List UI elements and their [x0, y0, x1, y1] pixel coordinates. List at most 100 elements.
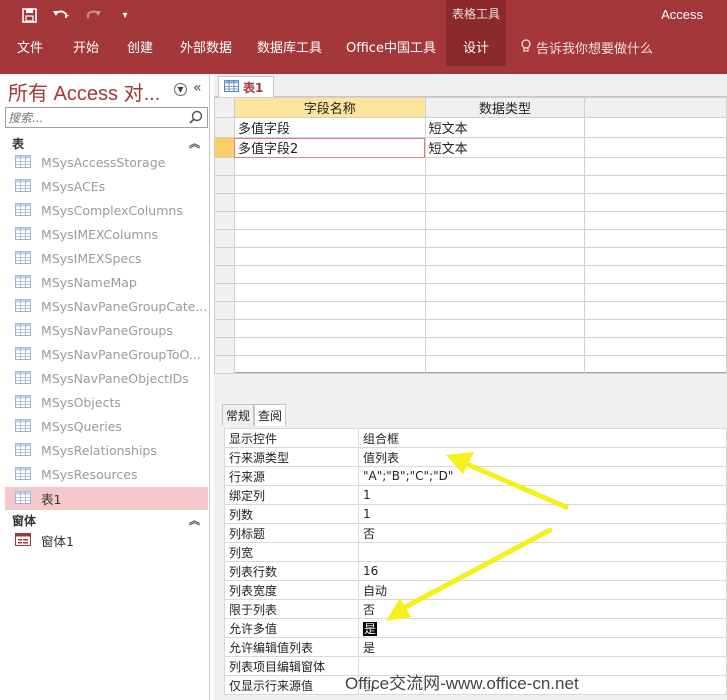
nav-item-table[interactable]: 表1 [5, 487, 208, 510]
nav-menu-dropdown-icon[interactable]: ▼ [174, 83, 187, 96]
field-name-cell[interactable] [233, 193, 426, 212]
description-cell[interactable] [584, 137, 727, 158]
nav-group-forms[interactable]: 窗体 ︽ [12, 512, 206, 530]
description-cell[interactable] [584, 193, 727, 212]
property-value[interactable]: 16 [358, 561, 727, 581]
description-cell[interactable] [584, 265, 727, 284]
row-selector[interactable] [214, 193, 235, 212]
nav-item-table[interactable]: MSysNavPaneGroups [5, 319, 208, 342]
description-cell[interactable] [584, 301, 727, 320]
row-selector[interactable] [214, 157, 235, 176]
row-selector[interactable] [214, 137, 235, 158]
nav-item-table[interactable]: MSysIMEXSpecs [5, 247, 208, 270]
row-selector[interactable] [214, 319, 235, 338]
nav-item-table[interactable]: MSysNavPaneObjectIDs [5, 367, 208, 390]
table-row[interactable] [214, 283, 727, 302]
tab-lookup[interactable]: 查阅 [254, 404, 287, 426]
field-name-cell[interactable] [233, 265, 426, 284]
field-name-cell[interactable] [233, 337, 426, 356]
table-row[interactable] [214, 211, 727, 230]
property-value[interactable]: 是 [358, 618, 727, 638]
tab-external-data[interactable]: 外部数据 [180, 34, 232, 66]
row-selector[interactable] [214, 283, 235, 302]
description-cell[interactable] [584, 157, 727, 176]
data-type-cell[interactable] [424, 301, 586, 320]
nav-item-table[interactable]: MSysComplexColumns [5, 199, 208, 222]
field-name-cell[interactable] [233, 319, 426, 338]
table-row[interactable] [214, 193, 727, 212]
data-type-cell[interactable]: 短文本 [424, 137, 586, 158]
tell-me-box[interactable]: 告诉我你想要做什么 [520, 34, 653, 66]
table-row[interactable] [214, 355, 727, 374]
tab-office-china-tools[interactable]: Office中国工具 [346, 34, 436, 66]
data-type-cell[interactable] [424, 337, 586, 356]
field-name-cell[interactable] [233, 229, 426, 248]
property-value[interactable]: "A";"B";"C";"D" [358, 466, 727, 486]
data-type-cell[interactable] [424, 229, 586, 248]
property-value[interactable]: 1 [358, 504, 727, 524]
property-value[interactable]: 自动 [358, 580, 727, 600]
data-type-cell[interactable]: 短文本 [424, 117, 586, 138]
nav-item-form-1[interactable]: 窗体1 [5, 529, 208, 552]
table-row[interactable] [214, 157, 727, 176]
property-value[interactable]: 组合框 [358, 428, 727, 448]
data-type-cell[interactable] [424, 211, 586, 230]
nav-item-table[interactable]: MSysResources [5, 463, 208, 486]
table-row[interactable] [214, 301, 727, 320]
column-header-data-type[interactable]: 数据类型 [424, 97, 586, 118]
redo-icon[interactable] [84, 6, 102, 24]
description-cell[interactable] [584, 175, 727, 194]
nav-item-table[interactable]: MSysNavPaneGroupToO... [5, 343, 208, 366]
row-selector[interactable] [214, 117, 235, 138]
table-row[interactable] [214, 175, 727, 194]
data-type-cell[interactable] [424, 175, 586, 194]
field-name-cell[interactable] [233, 211, 426, 230]
field-name-cell[interactable] [233, 157, 426, 176]
table-row[interactable]: 多值字段 短文本 [214, 117, 727, 138]
nav-item-table[interactable]: MSysACEs [5, 175, 208, 198]
save-icon[interactable] [20, 6, 38, 24]
description-cell[interactable] [584, 319, 727, 338]
column-header-description[interactable] [584, 97, 727, 118]
field-name-cell[interactable] [233, 283, 426, 302]
tab-home[interactable]: 开始 [73, 34, 99, 66]
property-value[interactable]: 1 [358, 485, 727, 505]
column-header-field-name[interactable]: 字段名称 [233, 97, 426, 118]
search-icon[interactable] [189, 110, 203, 124]
nav-item-table[interactable]: MSysAccessStorage [5, 151, 208, 174]
description-cell[interactable] [584, 337, 727, 356]
tab-general[interactable]: 常规 [222, 404, 255, 426]
data-type-cell[interactable] [424, 319, 586, 338]
data-type-cell[interactable] [424, 193, 586, 212]
tab-create[interactable]: 创建 [127, 34, 153, 66]
property-value[interactable]: 否 [358, 523, 727, 543]
property-value[interactable]: 否 [358, 599, 727, 619]
row-selector[interactable] [214, 265, 235, 284]
description-cell[interactable] [584, 229, 727, 248]
row-selector[interactable] [214, 247, 235, 266]
data-type-cell[interactable] [424, 355, 586, 374]
nav-item-table[interactable]: MSysObjects [5, 391, 208, 414]
description-cell[interactable] [584, 211, 727, 230]
nav-title[interactable]: 所有 Access 对... [8, 77, 160, 106]
row-selector[interactable] [214, 175, 235, 194]
row-selector[interactable] [214, 229, 235, 248]
table-row[interactable] [214, 337, 727, 356]
row-selector[interactable] [214, 337, 235, 356]
table-row[interactable] [214, 229, 727, 248]
field-name-cell[interactable]: 多值字段2 [233, 137, 426, 158]
description-cell[interactable] [584, 247, 727, 266]
tab-database-tools[interactable]: 数据库工具 [257, 34, 322, 66]
nav-item-table[interactable]: MSysQueries [5, 415, 208, 438]
nav-item-table[interactable]: MSysIMEXColumns [5, 223, 208, 246]
row-selector[interactable] [214, 211, 235, 230]
property-value[interactable]: 是 [358, 637, 727, 657]
table-row[interactable] [214, 319, 727, 338]
nav-item-table[interactable]: MSysRelationships [5, 439, 208, 462]
field-name-cell[interactable]: 多值字段 [233, 117, 426, 138]
table-row[interactable] [214, 247, 727, 266]
field-name-cell[interactable] [233, 175, 426, 194]
property-value[interactable] [358, 542, 727, 562]
row-selector[interactable] [214, 301, 235, 320]
tab-design[interactable]: 设计 [446, 34, 506, 66]
